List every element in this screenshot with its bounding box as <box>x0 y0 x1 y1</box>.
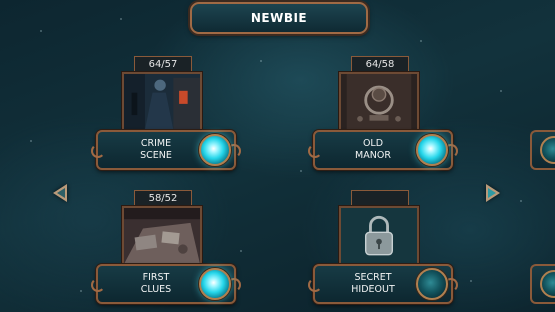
next-page-card-partial <box>530 264 555 304</box>
level-plate: CRIME SCENE <box>91 130 241 170</box>
level-thumbnail-locked <box>339 206 419 266</box>
level-score: 64/57 <box>134 56 192 72</box>
level-score <box>351 190 409 206</box>
level-plate: OLD MANOR <box>308 130 458 170</box>
level-name: OLD MANOR <box>355 138 391 161</box>
level-score: 64/58 <box>351 56 409 72</box>
level-card-first-clues[interactable]: 58/52 FIRST CLUES <box>91 190 241 306</box>
level-card-old-manor[interactable]: 64/58 OLD MANOR <box>308 56 458 172</box>
padlock-icon <box>341 208 417 264</box>
play-orb-button[interactable] <box>199 268 231 300</box>
title-banner: NEWBIE <box>190 2 368 34</box>
level-thumbnail <box>339 72 419 132</box>
level-plate: FIRST CLUES <box>91 264 241 304</box>
next-page-card-partial <box>530 130 555 170</box>
arrow-left-icon[interactable] <box>53 184 67 202</box>
page-title: NEWBIE <box>250 11 308 25</box>
play-orb-button[interactable] <box>416 134 448 166</box>
play-orb-button[interactable] <box>199 134 231 166</box>
arrow-right-icon[interactable] <box>486 184 500 202</box>
level-thumbnail <box>122 206 202 266</box>
level-plate: SECRET HIDEOUT <box>308 264 458 304</box>
level-card-crime-scene[interactable]: 64/57 CRIME SCENE <box>91 56 241 172</box>
level-score: 58/52 <box>134 190 192 206</box>
level-name: FIRST CLUES <box>140 272 172 295</box>
level-name: CRIME SCENE <box>140 138 172 161</box>
level-card-secret-hideout[interactable]: SECRET HIDEOUT <box>308 190 458 306</box>
level-name: SECRET HIDEOUT <box>351 272 395 295</box>
starfield-background <box>0 0 555 312</box>
level-thumbnail <box>122 72 202 132</box>
locked-orb <box>416 268 448 300</box>
